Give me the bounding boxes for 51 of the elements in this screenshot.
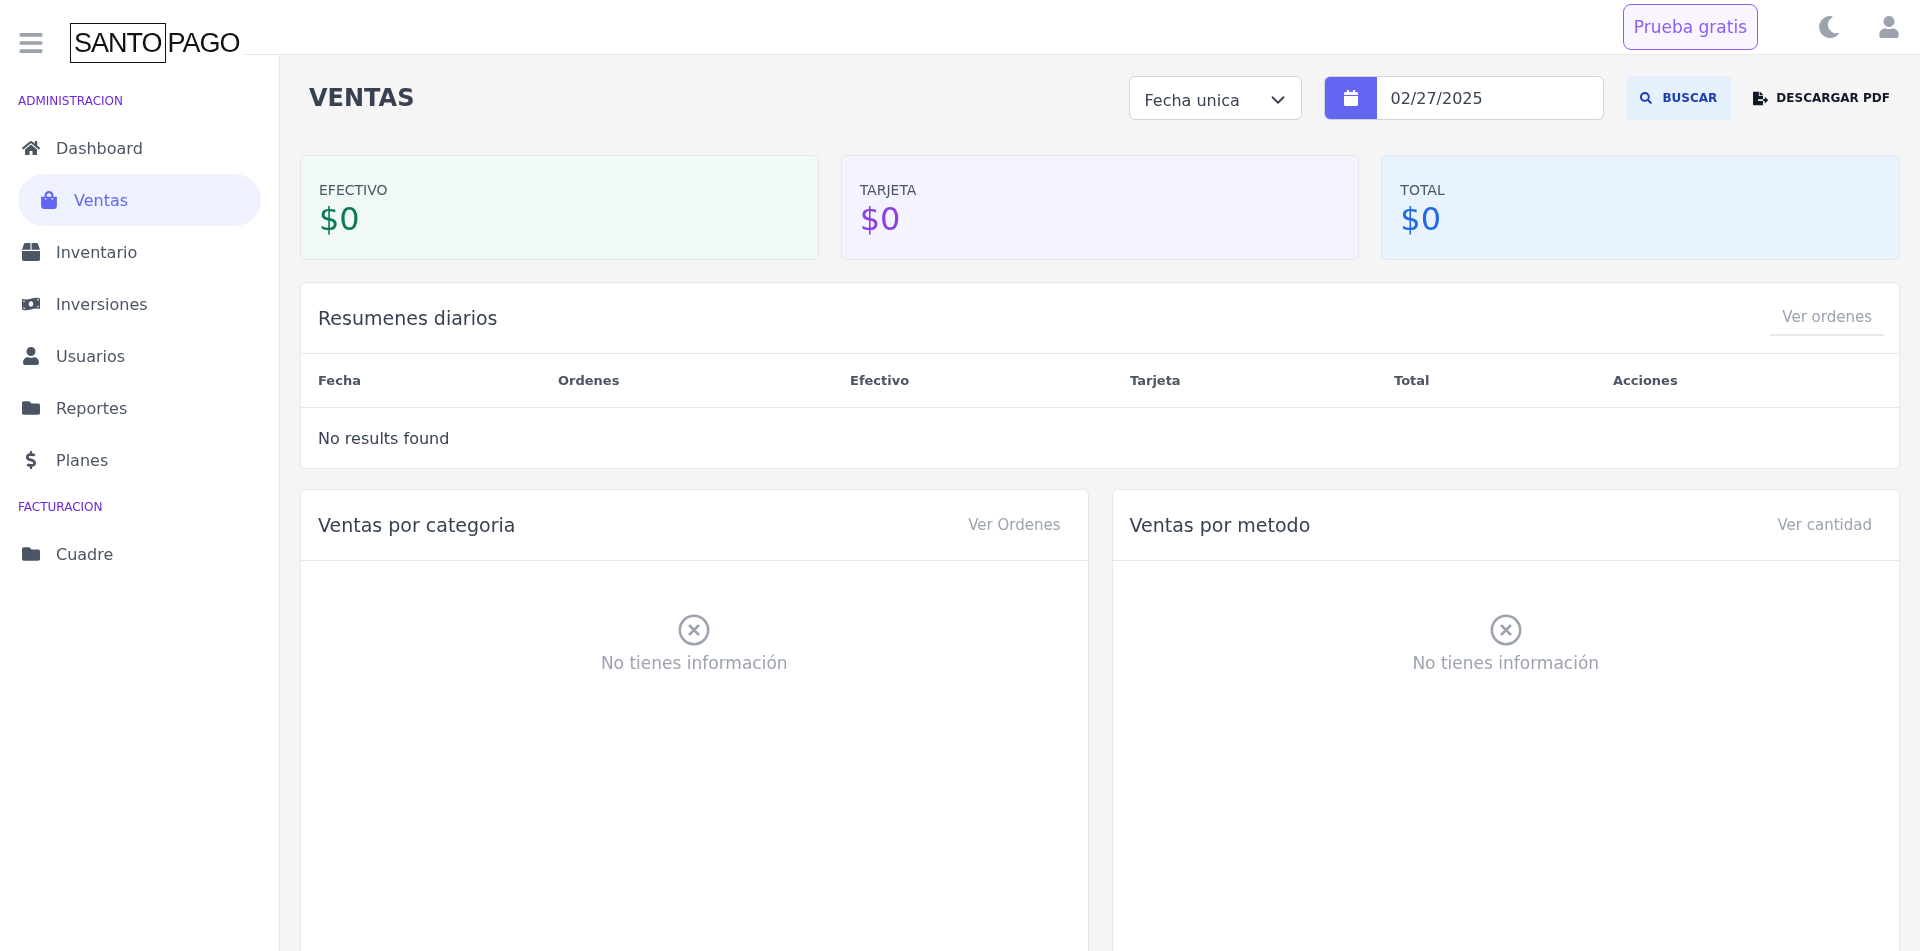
search-icon — [1640, 92, 1653, 104]
calendar-button[interactable] — [1325, 77, 1378, 119]
sidebar-item[interactable]: Cuadre — [22, 528, 261, 580]
box-icon — [22, 243, 40, 261]
panel-title: Ventas por categoria — [318, 514, 516, 536]
sidebar-item[interactable]: Inventario — [22, 226, 261, 278]
sidebar-item[interactable]: Inversiones — [22, 278, 261, 330]
folder-icon — [22, 399, 40, 417]
file-export-icon — [1753, 90, 1769, 106]
column-header: Tarjeta — [1113, 354, 1377, 408]
card-value: $0 — [1400, 200, 1443, 238]
user-icon — [22, 347, 40, 365]
sidebar-item[interactable]: Reportes — [22, 382, 261, 434]
sidebar-item[interactable]: Dashboard — [22, 122, 261, 174]
column-header: Acciones — [1596, 354, 1899, 408]
panel-title: Ventas por metodo — [1129, 514, 1311, 536]
card-label: EFECTIVO — [319, 182, 389, 198]
date-field[interactable]: 02/27/2025 — [1324, 76, 1605, 120]
card-label: TOTAL — [1400, 182, 1446, 198]
folder-icon — [22, 545, 40, 563]
card-value: $0 — [859, 200, 902, 238]
circle-x-icon — [677, 613, 712, 647]
date-mode-select[interactable]: Fecha unica — [1129, 76, 1303, 120]
user-icon[interactable] — [1878, 16, 1900, 38]
shopping-bag-icon — [40, 191, 58, 209]
home-icon — [22, 139, 40, 157]
menu-icon[interactable] — [18, 30, 44, 56]
circle-x-icon — [1488, 613, 1523, 647]
search-button[interactable]: BUSCAR — [1626, 76, 1732, 120]
trial-button[interactable]: Prueba gratis — [1622, 4, 1758, 50]
column-header: Total — [1377, 354, 1596, 408]
section-title: FACTURACION — [17, 499, 104, 516]
page-title: VENTAS — [309, 84, 416, 112]
logo: SANTO PAGO — [70, 23, 240, 63]
empty-message: No tienes información — [1412, 653, 1600, 673]
sidebar-item[interactable]: Ventas — [18, 174, 261, 226]
panel-title: Resumenes diarios — [318, 307, 498, 329]
calendar-icon — [1343, 90, 1360, 106]
section-title: ADMINISTRACION — [17, 93, 124, 110]
empty-message: No results found — [317, 427, 451, 450]
date-input[interactable]: 02/27/2025 — [1377, 77, 1604, 119]
sidebar-item[interactable]: Planes — [22, 434, 261, 486]
empty-message: No tienes información — [600, 653, 788, 673]
column-header: Fecha — [301, 354, 541, 408]
card-value: $0 — [319, 200, 361, 238]
column-header: Ordenes — [541, 354, 833, 408]
money-icon — [22, 295, 40, 313]
column-header: Efectivo — [833, 354, 1113, 408]
sidebar-item[interactable]: Usuarios — [22, 330, 261, 382]
card-label: TARJETA — [859, 182, 918, 198]
moon-icon[interactable] — [1818, 16, 1840, 38]
